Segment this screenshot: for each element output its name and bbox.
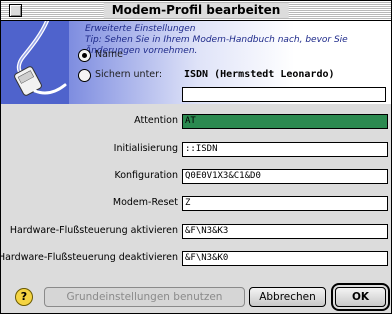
use-defaults-button[interactable]: Grundeinstellungen benutzen — [44, 287, 245, 307]
cancel-button[interactable]: Abbrechen — [249, 287, 326, 307]
configuration-label: Konfiguration — [114, 170, 178, 181]
ok-button[interactable]: OK — [335, 287, 386, 307]
window-title: Modem-Profil bearbeiten — [103, 3, 289, 18]
save-as-radio-button[interactable] — [78, 69, 91, 82]
flow-control-off-label: Hardware-Flußsteuerung deaktivieren — [0, 252, 178, 263]
info-tip-line2: Änderungen vornehmen. — [85, 46, 198, 56]
name-radio-label: Name — [95, 49, 124, 60]
title-bar[interactable]: Modem-Profil bearbeiten — [1, 1, 391, 21]
flow-control-on-label: Hardware-Flußsteuerung aktivieren — [9, 225, 178, 236]
help-icon[interactable]: ? — [15, 288, 33, 306]
name-radio-button[interactable] — [78, 49, 91, 62]
save-as-radio-label: Sichern unter: — [95, 69, 163, 80]
flow-control-off-field[interactable]: &F\N3&K0 — [182, 251, 388, 266]
flow-control-on-field[interactable]: &F\N3&K3 — [182, 224, 388, 239]
modem-reset-label: Modem-Reset — [112, 197, 178, 208]
initialization-field[interactable]: ::ISDN — [182, 142, 388, 157]
configuration-field[interactable]: Q0E0V1X3&C1&D0 — [182, 169, 388, 184]
info-heading: Erweiterte Einstellungen — [85, 24, 196, 34]
save-as-input[interactable] — [182, 87, 386, 102]
modem-plug-icon — [14, 21, 67, 96]
info-text: Erweiterte Einstellungen Tip: Sehen Sie … — [85, 24, 385, 57]
attention-field[interactable]: AT — [182, 114, 388, 129]
profile-name-value: ISDN (Hermstedt Leonardo) — [184, 69, 335, 80]
modem-profile-dialog: Modem-Profil bearbeiten Erweiterte Einst… — [0, 0, 392, 314]
info-tip-line1: Tip: Sehen Sie in Ihrem Modem-Handbuch n… — [85, 35, 348, 45]
initialization-label: Initialisierung — [113, 143, 178, 154]
attention-label: Attention — [134, 115, 178, 126]
close-box[interactable] — [9, 4, 22, 17]
modem-reset-field[interactable]: Z — [182, 196, 388, 211]
